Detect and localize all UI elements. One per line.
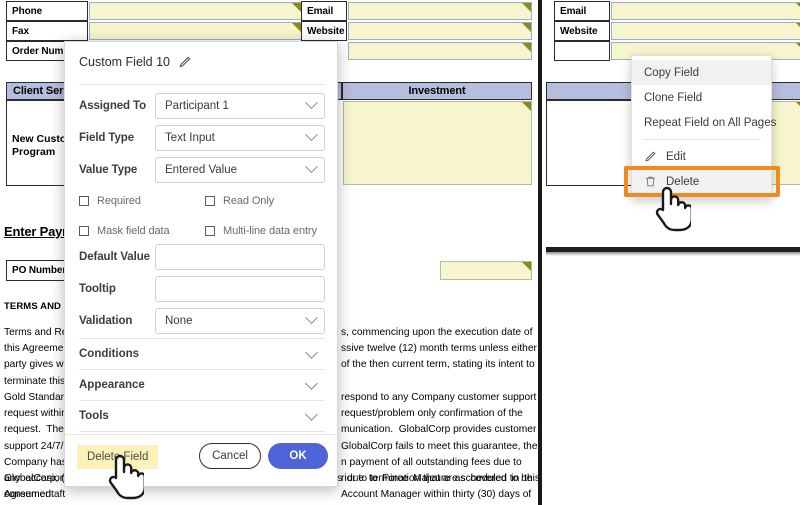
accordion-appearance[interactable]: Appearance bbox=[79, 369, 325, 400]
menu-item-clone-field[interactable]: Clone Field bbox=[632, 85, 771, 110]
accordion-label: Tools bbox=[79, 410, 109, 422]
checkbox-mask-field-data[interactable]: Mask field data bbox=[79, 225, 205, 237]
row-default-value: Default Value bbox=[79, 244, 325, 270]
label-validation: Validation bbox=[79, 315, 133, 327]
field-po-number[interactable] bbox=[440, 261, 532, 280]
header-investment: Investment bbox=[342, 82, 532, 100]
select-value: Entered Value bbox=[165, 164, 238, 176]
cancel-button[interactable]: Cancel bbox=[199, 443, 261, 469]
chevron-down-icon bbox=[305, 160, 318, 174]
checkbox-row-1: Required Read Only bbox=[79, 192, 331, 210]
dialog-divider-bottom bbox=[79, 431, 325, 432]
select-validation[interactable]: None bbox=[155, 308, 325, 334]
checkbox-label: Mask field data bbox=[97, 225, 170, 237]
chevron-down-icon bbox=[305, 96, 318, 110]
hand-cursor-delete bbox=[651, 182, 693, 239]
accordion-tools[interactable]: Tools bbox=[79, 400, 325, 431]
ok-button[interactable]: OK bbox=[268, 443, 328, 469]
checkbox-box[interactable] bbox=[205, 226, 215, 236]
label-fax: Fax bbox=[6, 21, 88, 41]
accordion-label: Conditions bbox=[79, 348, 140, 360]
select-field-type[interactable]: Text Input bbox=[155, 125, 325, 151]
field-phone[interactable] bbox=[89, 2, 302, 20]
inset-field-website[interactable] bbox=[611, 22, 800, 40]
row-tooltip: Tooltip bbox=[79, 276, 325, 302]
chevron-down-icon bbox=[305, 345, 318, 359]
inset-field-email[interactable] bbox=[611, 2, 800, 20]
select-value: None bbox=[165, 315, 193, 327]
dialog-title: Custom Field 10 bbox=[79, 55, 171, 69]
checkbox-box[interactable] bbox=[79, 196, 89, 206]
menu-item-label: Edit bbox=[666, 150, 686, 163]
checkbox-read-only[interactable]: Read Only bbox=[205, 195, 331, 207]
field-fax[interactable] bbox=[89, 22, 302, 40]
inset-screenshot: Email Website Copy Field Clone Field Rep… bbox=[546, 0, 800, 252]
menu-separator bbox=[642, 139, 761, 140]
label-value-type: Value Type bbox=[79, 164, 138, 176]
menu-item-label: Repeat Field on All Pages bbox=[644, 116, 777, 129]
chevron-down-icon bbox=[305, 128, 318, 142]
label-phone: Phone bbox=[6, 1, 88, 21]
menu-item-repeat-field-on-all-pages[interactable]: Repeat Field on All Pages bbox=[632, 110, 776, 135]
menu-item-edit[interactable]: Edit bbox=[632, 144, 771, 169]
field-order-number[interactable] bbox=[348, 42, 532, 60]
checkbox-required[interactable]: Required bbox=[79, 195, 205, 207]
inset-shadow bbox=[546, 252, 800, 256]
inset-label-blank bbox=[554, 41, 610, 61]
checkbox-box[interactable] bbox=[205, 196, 215, 206]
checkbox-row-2: Mask field data Multi-line data entry bbox=[79, 222, 331, 240]
dialog-title-row: Custom Field 10 bbox=[79, 55, 192, 69]
label-email: Email bbox=[301, 1, 347, 21]
label-field-type: Field Type bbox=[79, 132, 135, 144]
screenshot-root: Phone Email Fax Website Order Number Cli… bbox=[0, 0, 800, 505]
select-assigned-to[interactable]: Participant 1 bbox=[155, 93, 325, 119]
menu-item-label: Clone Field bbox=[644, 91, 703, 104]
inset-label-website: Website bbox=[554, 21, 610, 41]
row-validation: Validation None bbox=[79, 308, 325, 334]
label-assigned-to: Assigned To bbox=[79, 100, 147, 112]
label-default-value: Default Value bbox=[79, 251, 150, 263]
field-email[interactable] bbox=[348, 2, 532, 20]
checkbox-label: Required bbox=[97, 195, 141, 207]
select-value-type[interactable]: Entered Value bbox=[155, 157, 325, 183]
label-website: Website bbox=[301, 21, 347, 41]
menu-item-copy-field[interactable]: Copy Field bbox=[632, 60, 771, 85]
chevron-down-icon bbox=[305, 407, 318, 421]
row-field-type: Field Type Text Input bbox=[79, 125, 325, 151]
select-value: Text Input bbox=[165, 132, 215, 144]
field-website[interactable] bbox=[348, 22, 532, 40]
checkbox-box[interactable] bbox=[79, 226, 89, 236]
checkbox-label: Read Only bbox=[223, 195, 275, 207]
hand-cursor-delete-field bbox=[104, 450, 146, 505]
input-default-value[interactable] bbox=[155, 244, 325, 270]
accordion-conditions[interactable]: Conditions bbox=[79, 338, 325, 369]
dialog-divider-top bbox=[79, 84, 325, 85]
menu-item-label: Copy Field bbox=[644, 66, 699, 79]
terms-paragraph-1-right: s, commencing upon the execution date of… bbox=[341, 327, 537, 371]
pencil-icon[interactable] bbox=[178, 55, 192, 69]
select-value: Participant 1 bbox=[165, 100, 229, 112]
input-tooltip[interactable] bbox=[155, 276, 325, 302]
checkbox-multi-line-data-entry[interactable]: Multi-line data entry bbox=[205, 225, 331, 237]
inset-label-email: Email bbox=[554, 1, 610, 21]
field-investment[interactable] bbox=[343, 101, 532, 185]
pencil-icon bbox=[644, 150, 659, 163]
label-tooltip: Tooltip bbox=[79, 283, 116, 295]
chevron-down-icon bbox=[305, 311, 318, 325]
checkbox-label: Multi-line data entry bbox=[223, 225, 317, 237]
context-menu[interactable]: Copy Field Clone Field Repeat Field on A… bbox=[631, 55, 776, 198]
row-value-type: Value Type Entered Value bbox=[79, 157, 325, 183]
field-properties-dialog: Custom Field 10 Assigned To Participant … bbox=[64, 41, 338, 487]
accordion-label: Appearance bbox=[79, 379, 145, 391]
chevron-down-icon bbox=[305, 376, 318, 390]
row-assigned-to: Assigned To Participant 1 bbox=[79, 93, 325, 119]
terms-heading: TERMS AND C bbox=[4, 301, 71, 312]
